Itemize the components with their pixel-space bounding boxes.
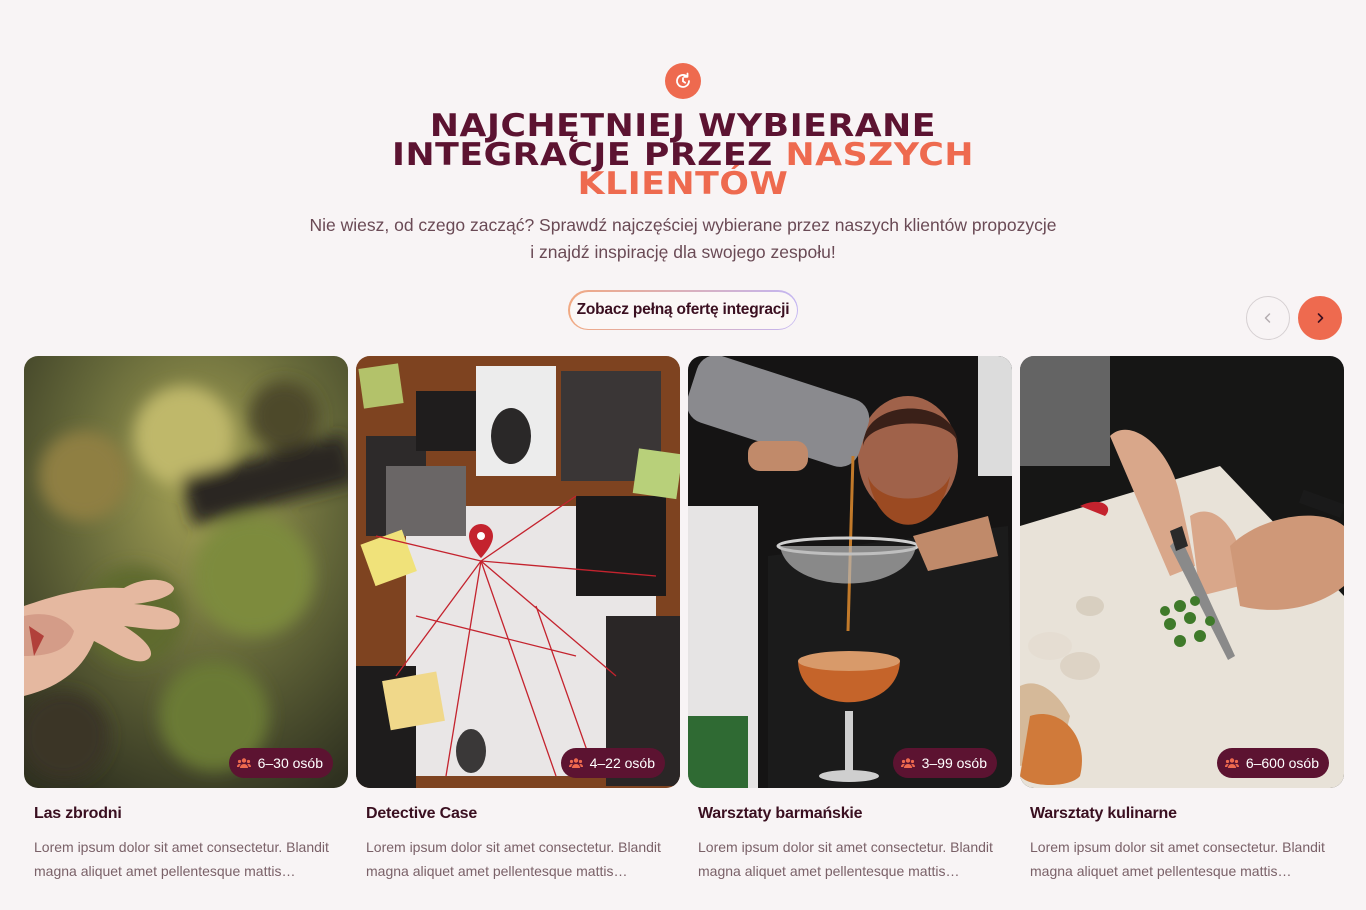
chevron-left-icon [1264, 313, 1271, 323]
card-title[interactable]: Warsztaty barmańskie [698, 805, 1012, 823]
people-count-text: 6–30 osób [257, 755, 323, 771]
offer-card[interactable]: 6–30 osób Las zbrodni Lorem ipsum dolor … [24, 356, 348, 883]
offer-card[interactable]: 4–22 osób Detective Case Lorem ipsum dol… [356, 356, 680, 883]
subtitle-line-2: i znajdź inspirację dla swojego zespołu! [530, 242, 836, 262]
people-icon [568, 758, 583, 768]
carousel-prev-button[interactable] [1246, 296, 1290, 340]
see-full-offer-label: Zobacz pełną ofertę integracji [569, 291, 797, 329]
carousel-next-button[interactable] [1298, 296, 1342, 340]
people-count-text: 6–600 osób [1245, 755, 1319, 771]
people-icon [1224, 758, 1239, 768]
people-count-badge: 3–99 osób [892, 748, 997, 778]
chevron-right-icon [1317, 313, 1324, 323]
see-full-offer-button[interactable]: Zobacz pełną ofertę integracji [568, 290, 798, 330]
card-description: Lorem ipsum dolor sit amet consectetur. … [1030, 839, 1325, 879]
card-image[interactable]: 4–22 osób [356, 356, 680, 788]
heading-line-2-accent: NASZYCH [785, 137, 975, 173]
subtitle-line-1: Nie wiesz, od czego zacząć? Sprawdź najc… [309, 215, 1057, 235]
forest-photo [24, 356, 348, 788]
people-count-text: 3–99 osób [921, 755, 987, 771]
clock-refresh-icon [665, 63, 701, 99]
people-count-text: 4–22 osób [589, 755, 655, 771]
card-image[interactable]: 3–99 osób [688, 356, 1012, 788]
card-description: Lorem ipsum dolor sit amet consectetur. … [366, 839, 661, 879]
offer-card[interactable]: 6–600 osób Warsztaty kulinarne Lorem ips… [1020, 356, 1344, 883]
people-icon [236, 758, 251, 768]
card-title[interactable]: Detective Case [366, 805, 680, 823]
people-count-badge: 6–600 osób [1216, 748, 1329, 778]
card-image[interactable]: 6–600 osób [1020, 356, 1344, 788]
card-title[interactable]: Warsztaty kulinarne [1030, 805, 1344, 823]
offer-card[interactable]: 3–99 osób Warsztaty barmańskie Lorem ips… [688, 356, 1012, 883]
cooking-photo [1020, 356, 1344, 788]
bartender-photo [688, 356, 1012, 788]
heading-line-3-accent: KLIENTÓW [577, 166, 789, 202]
people-count-badge: 4–22 osób [560, 748, 665, 778]
people-count-badge: 6–30 osób [228, 748, 333, 778]
section-heading: NAJCHĘTNIEJ WYBIERANE INTEGRACJE PRZEZ N… [235, 111, 1131, 202]
card-description: Lorem ipsum dolor sit amet consectetur. … [698, 839, 993, 879]
card-title[interactable]: Las zbrodni [34, 805, 348, 823]
card-description: Lorem ipsum dolor sit amet consectetur. … [34, 839, 329, 879]
people-icon [900, 758, 915, 768]
card-image[interactable]: 6–30 osób [24, 356, 348, 788]
section-subtitle: Nie wiesz, od czego zacząć? Sprawdź najc… [283, 212, 1083, 266]
detective-board-photo [356, 356, 680, 788]
